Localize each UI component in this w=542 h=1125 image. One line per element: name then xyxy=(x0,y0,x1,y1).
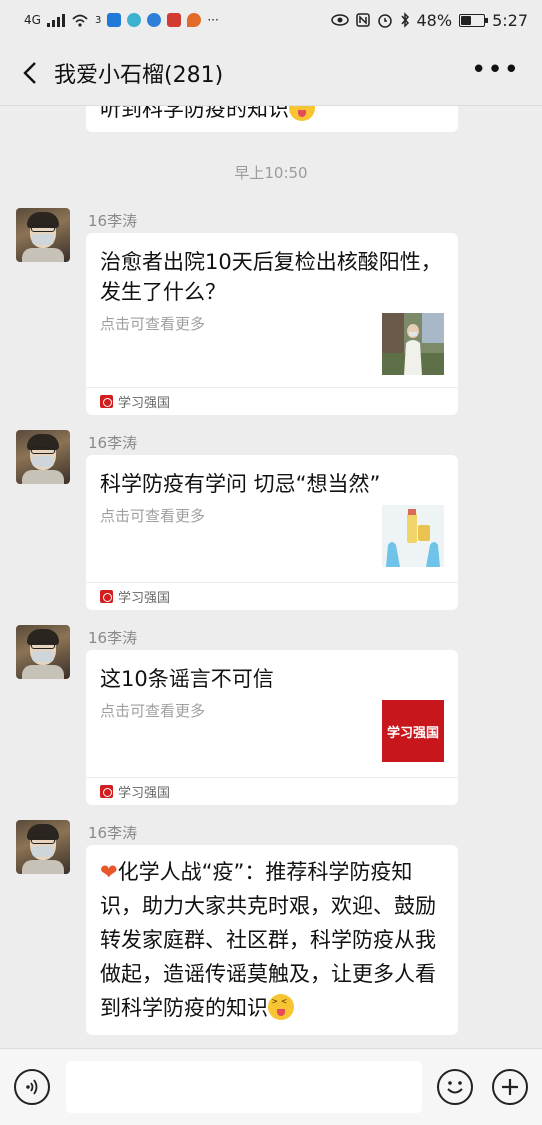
card-description: 点击可查看更多 xyxy=(100,315,206,333)
xuexi-logo-text: 学习强国 xyxy=(386,725,439,741)
avatar-glasses xyxy=(31,837,55,844)
source-label: 学习强国 xyxy=(118,396,171,411)
emoji-button[interactable] xyxy=(437,1069,473,1105)
plane-notify-icon xyxy=(127,13,142,27)
signal-icon xyxy=(46,14,65,27)
card-source: 学习强国 xyxy=(86,387,458,415)
avatar-mask xyxy=(32,846,54,857)
chat-area[interactable]: 听到科学防疫的知识 早上10:50 16李涛 治愈者出院10天后复检出核酸阳性，… xyxy=(0,106,542,1048)
message-row: 16李涛 ❤化学人战“疫”：推荐科学防疫知识，助力大家共克时艰，欢迎、鼓励转发家… xyxy=(0,820,542,1048)
message-row: 16李涛 治愈者出院10天后复检出核酸阳性，发生了什么？ 点击可查看更多 学习强… xyxy=(0,208,542,418)
sender-name: 16李涛 xyxy=(88,824,138,842)
article-card[interactable]: 治愈者出院10天后复检出核酸阳性，发生了什么？ 点击可查看更多 学习强国 xyxy=(86,233,458,415)
eye-icon xyxy=(330,14,349,26)
xuexi-source-icon xyxy=(100,590,113,603)
network-label: 4G xyxy=(24,13,41,27)
signal-extra: 3 xyxy=(94,14,102,26)
alarm-icon xyxy=(377,14,392,28)
card-title: 科学防疫有学问 切忌“想当然” xyxy=(100,472,381,496)
avatar-glasses xyxy=(31,225,55,232)
battery-fill xyxy=(461,15,472,25)
emoji-squint-tongue-icon xyxy=(268,994,294,1020)
gear-notify-icon xyxy=(147,13,162,27)
timestamp: 早上10:50 xyxy=(234,164,308,182)
card-source: 学习强国 xyxy=(86,582,458,610)
avatar[interactable] xyxy=(16,625,70,679)
gloves-photo-icon xyxy=(382,505,444,567)
chat-header: 我爱小石榴(281) ••• xyxy=(0,40,542,106)
sender-name: 16李涛 xyxy=(88,212,138,230)
plus-icon xyxy=(502,1079,518,1095)
avatar-body xyxy=(22,470,64,484)
sender-name: 16李涛 xyxy=(88,629,138,647)
back-icon[interactable] xyxy=(10,53,50,93)
heart-icon: ❤ xyxy=(100,860,118,884)
xuexi-source-icon xyxy=(100,395,113,408)
source-label: 学习强国 xyxy=(118,786,171,801)
gloves-photo-thumbnail xyxy=(382,505,444,567)
source-label: 学习强国 xyxy=(118,591,171,606)
card-title: 这10条谣言不可信 xyxy=(100,667,274,691)
smiley-icon xyxy=(447,1081,463,1094)
person-photo-thumbnail xyxy=(382,313,444,375)
status-bar: 4G 3 ··· 48% 5:27 xyxy=(0,0,542,40)
article-card[interactable]: 科学防疫有学问 切忌“想当然” 点击可查看更多 学习强国 xyxy=(86,455,458,610)
person-photo-icon xyxy=(382,313,444,375)
nfc-icon xyxy=(355,13,370,27)
message-text: 化学人战“疫”：推荐科学防疫知识，助力大家共克时艰，欢迎、鼓励转发家庭群、社区群… xyxy=(100,860,436,1020)
message-input[interactable] xyxy=(66,1061,422,1113)
more-icon[interactable]: ••• xyxy=(471,57,520,83)
input-bar xyxy=(0,1048,542,1125)
pin-notify-icon xyxy=(187,13,202,27)
bluetooth-icon xyxy=(400,12,409,28)
more-notify-icon: ··· xyxy=(207,13,219,27)
avatar-body xyxy=(22,248,64,262)
sender-name: 16李涛 xyxy=(88,434,138,452)
battery-icon xyxy=(459,13,489,27)
avatar-mask xyxy=(32,651,54,662)
avatar-mask xyxy=(32,456,54,467)
text-message-bubble[interactable]: ❤化学人战“疫”：推荐科学防疫知识，助力大家共克时艰，欢迎、鼓励转发家庭群、社区… xyxy=(86,845,458,1035)
avatar[interactable] xyxy=(16,820,70,874)
wifi-icon xyxy=(72,14,88,27)
card-description: 点击可查看更多 xyxy=(100,702,206,720)
card-title: 治愈者出院10天后复检出核酸阳性，发生了什么？ xyxy=(100,250,442,304)
xuexi-source-icon xyxy=(100,785,113,798)
card-source: 学习强国 xyxy=(86,777,458,805)
clock: 5:27 xyxy=(492,10,528,30)
xuexi-logo-thumbnail: 学习强国 xyxy=(382,700,444,762)
news-notify-icon xyxy=(167,13,182,27)
plus-button[interactable] xyxy=(492,1069,528,1105)
voice-icon xyxy=(26,1079,38,1095)
page-title: 我爱小石榴(281) xyxy=(54,62,224,88)
card-description: 点击可查看更多 xyxy=(100,507,206,525)
message-row: 16李涛 科学防疫有学问 切忌“想当然” 点击可查看更多 学习强国 xyxy=(0,430,542,615)
avatar-mask xyxy=(32,234,54,245)
status-right: 48% 5:27 xyxy=(330,10,528,30)
avatar-glasses xyxy=(31,447,55,454)
article-card[interactable]: 这10条谣言不可信 点击可查看更多 学习强国 学习强国 xyxy=(86,650,458,805)
avatar[interactable] xyxy=(16,208,70,262)
status-left: 4G 3 ··· xyxy=(24,13,219,27)
previous-message-bubble[interactable]: 听到科学防疫的知识 xyxy=(86,106,458,132)
message-row: 16李涛 这10条谣言不可信 点击可查看更多 学习强国 学习强国 xyxy=(0,625,542,810)
avatar-glasses xyxy=(31,642,55,649)
previous-message-text: 听到科学防疫的知识 xyxy=(100,106,289,121)
avatar-body xyxy=(22,665,64,679)
avatar[interactable] xyxy=(16,430,70,484)
emoji-squint-tongue-icon xyxy=(289,106,315,121)
battery-percent: 48% xyxy=(416,10,453,30)
app-notify-icon xyxy=(107,13,122,27)
avatar-body xyxy=(22,860,64,874)
voice-button[interactable] xyxy=(14,1069,50,1105)
